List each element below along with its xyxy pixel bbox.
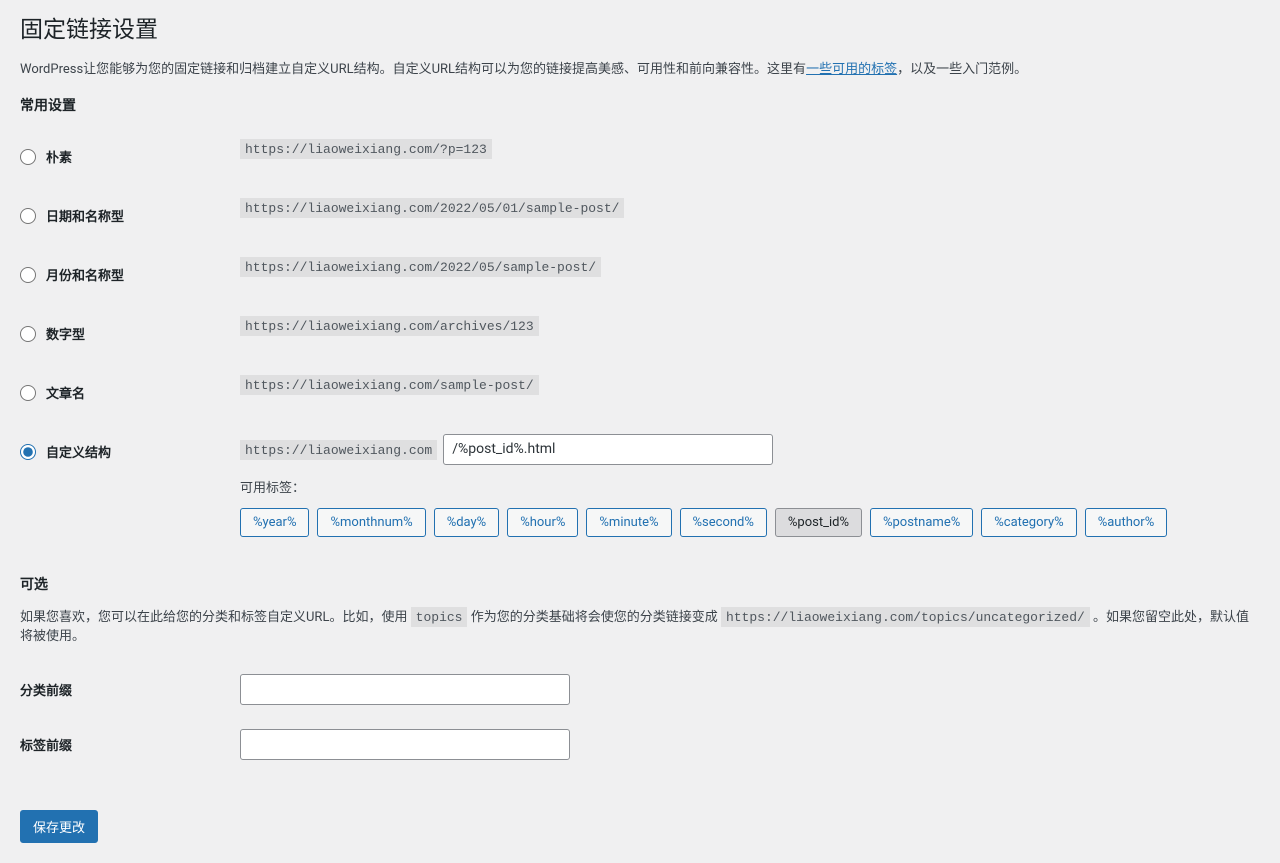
intro-text1: WordPress让您能够为您的固定链接和归档建立自定义URL结构。自定义URL… <box>20 62 806 77</box>
option-numeric-text: 数字型 <box>46 324 85 343</box>
option-custom-label[interactable]: 自定义结构 <box>20 442 220 461</box>
option-daydate-example: https://liaoweixiang.com/2022/05/01/samp… <box>240 198 624 218</box>
option-plain-text: 朴素 <box>46 147 72 166</box>
option-monthdate-label[interactable]: 月份和名称型 <box>20 265 220 284</box>
option-postname-label[interactable]: 文章名 <box>20 383 220 402</box>
option-plain-example: https://liaoweixiang.com/?p=123 <box>240 139 492 159</box>
option-daydate-text: 日期和名称型 <box>46 206 124 225</box>
save-button[interactable]: 保存更改 <box>20 810 98 843</box>
page-title: 固定链接设置 <box>20 10 1260 44</box>
option-postname-radio[interactable] <box>20 385 36 401</box>
option-custom-radio[interactable] <box>20 444 36 460</box>
tag-day-button[interactable]: %day% <box>434 508 500 537</box>
tag-postname-button[interactable]: %postname% <box>870 508 973 537</box>
intro-paragraph: WordPress让您能够为您的固定链接和归档建立自定义URL结构。自定义URL… <box>20 58 1260 77</box>
optional-heading: 可选 <box>20 574 1260 594</box>
tag-monthnum-button[interactable]: %monthnum% <box>317 508 425 537</box>
category-base-input[interactable] <box>240 674 570 705</box>
available-tags-label: 可用标签： <box>240 477 1250 496</box>
option-daydate-label[interactable]: 日期和名称型 <box>20 206 220 225</box>
option-plain-radio[interactable] <box>20 149 36 165</box>
option-monthdate-text: 月份和名称型 <box>46 265 124 284</box>
optional-desc-code1: topics <box>411 607 468 627</box>
optional-description: 如果您喜欢，您可以在此给您的分类和标签自定义URL。比如，使用 topics 作… <box>20 606 1260 644</box>
tag-minute-button[interactable]: %minute% <box>586 508 671 537</box>
option-numeric-radio[interactable] <box>20 326 36 342</box>
tag-postid-button[interactable]: %post_id% <box>775 508 862 537</box>
tag-second-button[interactable]: %second% <box>680 508 767 537</box>
option-postname-text: 文章名 <box>46 383 85 402</box>
tag-category-button[interactable]: %category% <box>981 508 1076 537</box>
option-daydate-radio[interactable] <box>20 208 36 224</box>
optional-table: 分类前缀 标签前缀 <box>20 662 1260 772</box>
tag-year-button[interactable]: %year% <box>240 508 309 537</box>
optional-desc-code2: https://liaoweixiang.com/topics/uncatego… <box>721 607 1090 627</box>
custom-base-url: https://liaoweixiang.com <box>240 440 437 460</box>
intro-text2: ，以及一些入门范例。 <box>897 62 1027 77</box>
option-monthdate-example: https://liaoweixiang.com/2022/05/sample-… <box>240 257 601 277</box>
option-postname-example: https://liaoweixiang.com/sample-post/ <box>240 375 539 395</box>
intro-tags-link[interactable]: 一些可用的标签 <box>806 62 897 77</box>
permalink-options-table: 朴素 https://liaoweixiang.com/?p=123 日期和名称… <box>20 127 1260 552</box>
option-plain-label[interactable]: 朴素 <box>20 147 220 166</box>
tag-base-input[interactable] <box>240 729 570 760</box>
tag-author-button[interactable]: %author% <box>1085 508 1168 537</box>
tag-base-label: 标签前缀 <box>20 717 230 772</box>
custom-structure-input[interactable] <box>443 434 773 465</box>
option-monthdate-radio[interactable] <box>20 267 36 283</box>
option-numeric-label[interactable]: 数字型 <box>20 324 220 343</box>
option-numeric-example: https://liaoweixiang.com/archives/123 <box>240 316 539 336</box>
option-custom-text: 自定义结构 <box>46 442 111 461</box>
tag-buttons-row: %year% %monthnum% %day% %hour% %minute% … <box>240 508 1250 537</box>
tag-hour-button[interactable]: %hour% <box>507 508 578 537</box>
common-settings-heading: 常用设置 <box>20 95 1260 115</box>
category-base-label: 分类前缀 <box>20 662 230 717</box>
